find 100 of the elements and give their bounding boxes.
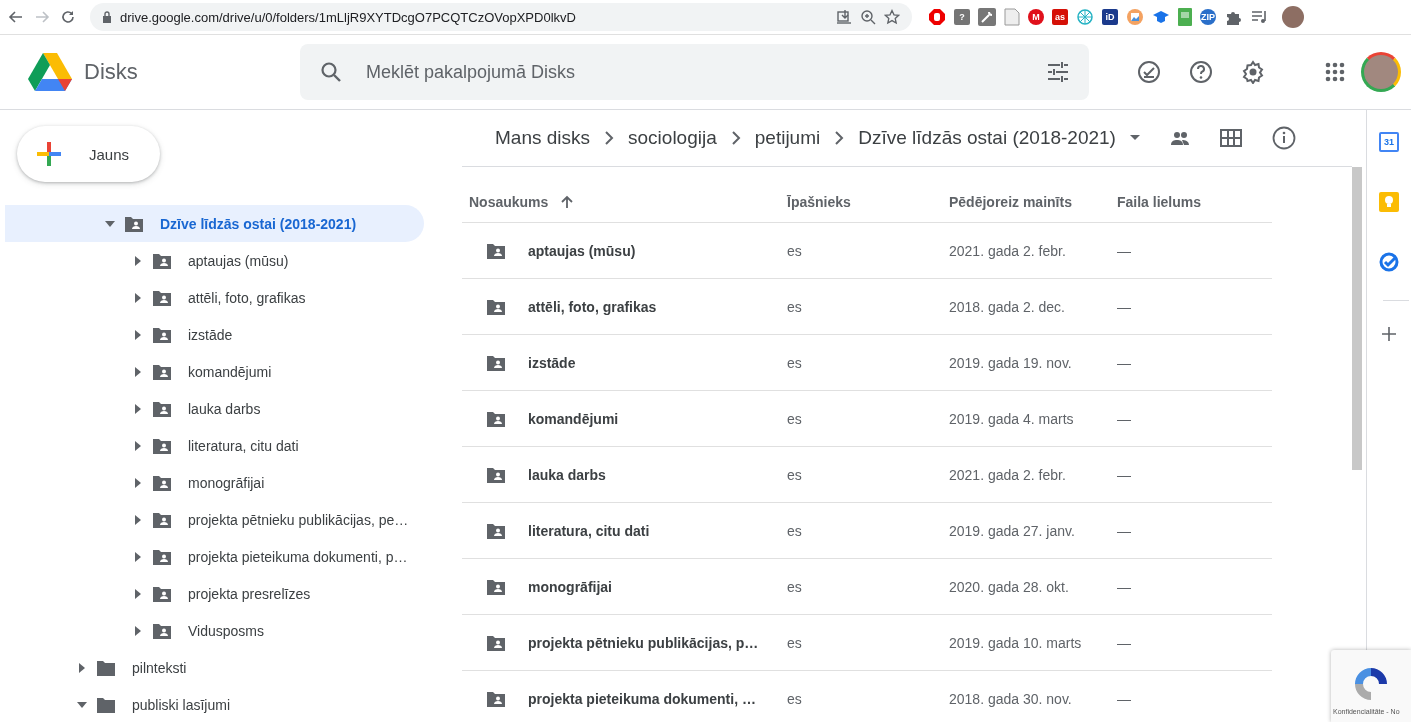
tree-item[interactable]: Vidusposms: [5, 612, 424, 649]
playlist-icon[interactable]: [1250, 8, 1268, 26]
breadcrumb-link[interactable]: sociologija: [628, 127, 717, 149]
file-row[interactable]: attēli, foto, grafikas es 2018. gada 2. dec. —: [462, 279, 1272, 335]
file-row[interactable]: projekta pieteikuma dokumenti, … es 2018. gada 30. nov. —: [462, 671, 1272, 722]
tree-item[interactable]: attēli, foto, grafikas: [5, 279, 424, 316]
caret-right-icon[interactable]: [133, 477, 143, 488]
caret-right-icon[interactable]: [133, 440, 143, 451]
file-row[interactable]: lauka darbs es 2021. gada 2. febr. —: [462, 447, 1272, 503]
caret-right-icon[interactable]: [133, 255, 143, 266]
tree-item[interactable]: projekta pētnieku publikācijas, pe…: [5, 501, 424, 538]
extension-badge[interactable]: iD: [1102, 9, 1118, 25]
file-size-cell-text: —: [1116, 410, 1132, 427]
check-circle-icon[interactable]: [1379, 252, 1399, 272]
tree-item[interactable]: monogrāfijai: [5, 464, 424, 501]
breadcrumb-link[interactable]: petijumi: [754, 127, 821, 149]
caret-right-icon[interactable]: [133, 366, 143, 377]
dropdown-caret-icon[interactable]: [1129, 135, 1140, 141]
new-button[interactable]: Jauns: [17, 126, 160, 182]
extension-badge[interactable]: as: [1052, 9, 1068, 25]
breadcrumb-link[interactable]: Dzīve līdzās ostai (2018-2021): [858, 127, 1116, 149]
tree-item[interactable]: literatura, citu dati: [5, 427, 424, 464]
reload-icon[interactable]: [60, 9, 76, 25]
settings-icon[interactable]: [1241, 60, 1265, 84]
column-label: Pēdējoreiz mainīts: [949, 193, 1072, 210]
address-bar[interactable]: drive.google.com/drive/u/0/folders/1mLljR9XYTDcgO7PCQTCzOVopXPD0lkvD: [90, 3, 912, 31]
extension-badge[interactable]: ZIP: [1200, 9, 1216, 25]
caret-right-icon[interactable]: [133, 625, 143, 636]
owner-cell-text: es: [786, 466, 803, 483]
plus-icon[interactable]: [1382, 327, 1396, 341]
file-name: literatura, citu dati: [528, 522, 650, 539]
tree-item[interactable]: publiski lasījumi: [5, 686, 424, 722]
tree-item[interactable]: projekta pieteikuma dokumenti, p…: [5, 538, 424, 575]
modified-date-cell-text: 2019. gada 19. nov.: [948, 354, 1073, 371]
drive-logo-icon[interactable]: [28, 53, 72, 91]
owner-cell-text: es: [786, 578, 803, 595]
wrench-icon[interactable]: [978, 8, 996, 26]
tree-item[interactable]: komandējumi: [5, 353, 424, 390]
modified-date-cell-text: 2021. gada 2. febr.: [948, 466, 1067, 483]
owner-cell-text: es: [786, 522, 803, 539]
file-size-cell-text: —: [1116, 354, 1132, 371]
search-icon[interactable]: [320, 61, 342, 83]
back-arrow-icon[interactable]: [8, 9, 24, 25]
caret-down-icon[interactable]: [77, 699, 87, 710]
breadcrumb-link[interactable]: Mans disks: [495, 127, 591, 149]
graduation-cap-icon[interactable]: [1152, 8, 1170, 26]
chevron-right-icon: [834, 131, 845, 145]
tree-item[interactable]: projekta presrelīzes: [5, 575, 424, 612]
profile-avatar[interactable]: [1282, 6, 1304, 28]
tree-item[interactable]: lauka darbs: [5, 390, 424, 427]
account-avatar[interactable]: [1361, 52, 1401, 92]
file-row[interactable]: monogrāfijai es 2020. gada 28. okt. —: [462, 559, 1272, 615]
file-row[interactable]: komandējumi es 2019. gada 4. marts —: [462, 391, 1272, 447]
file-size-cell-text: —: [1116, 466, 1132, 483]
picture-icon[interactable]: [1126, 8, 1144, 26]
column-header[interactable]: Īpašnieks: [780, 193, 942, 210]
calendar-icon[interactable]: 31: [1379, 132, 1399, 152]
caret-right-icon[interactable]: [133, 588, 143, 599]
file-row[interactable]: izstāde es 2019. gada 19. nov. —: [462, 335, 1272, 391]
caret-right-icon[interactable]: [133, 329, 143, 340]
caret-right-icon[interactable]: [133, 292, 143, 303]
caret-down-icon[interactable]: [105, 218, 115, 229]
check-circle-icon[interactable]: [1137, 60, 1161, 84]
modified-date-cell-text: 2019. gada 4. marts: [948, 410, 1075, 427]
extension-badge[interactable]: M: [1028, 9, 1044, 25]
tree-item[interactable]: pilnteksti: [5, 649, 424, 686]
tree-item[interactable]: aptaujas (mūsu): [5, 242, 424, 279]
people-icon[interactable]: [1169, 131, 1190, 145]
grid-view-icon[interactable]: [1219, 129, 1242, 147]
star-icon[interactable]: [884, 9, 900, 25]
sort-up-arrow-icon[interactable]: [560, 194, 575, 209]
install-icon[interactable]: [836, 9, 852, 25]
modified-date-cell-text: 2021. gada 2. febr.: [948, 242, 1067, 259]
column-header[interactable]: Pēdējoreiz mainīts: [942, 193, 1110, 210]
caret-right-icon[interactable]: [133, 514, 143, 525]
tree-item[interactable]: izstāde: [5, 316, 424, 353]
tree-item[interactable]: Dzīve līdzās ostai (2018-2021): [5, 205, 424, 242]
info-icon[interactable]: [1271, 126, 1296, 150]
search-input[interactable]: Meklēt pakalpojumā Disks: [364, 60, 1025, 84]
apps-grid-icon[interactable]: [1325, 62, 1345, 82]
file-size-cell-text: —: [1116, 522, 1132, 539]
filter-sliders-icon[interactable]: [1047, 61, 1069, 83]
file-row[interactable]: aptaujas (mūsu) es 2021. gada 2. febr. —: [462, 223, 1272, 279]
search-bar[interactable]: Meklēt pakalpojumā Disks: [300, 44, 1089, 100]
scrollbar-thumb[interactable]: [1352, 167, 1362, 470]
column-label: Faila lielums: [1117, 193, 1202, 210]
caret-right-icon[interactable]: [77, 662, 87, 673]
extension-badge[interactable]: ?: [954, 9, 970, 25]
file-row[interactable]: projekta pētnieku publikācijas, p… es 2019. gada 10. marts —: [462, 615, 1272, 671]
stop-hand-icon[interactable]: [928, 8, 946, 26]
column-header[interactable]: Nosaukums: [462, 193, 780, 210]
column-header[interactable]: Faila lielums: [1110, 193, 1272, 210]
file-row[interactable]: literatura, citu dati es 2019. gada 27. janv. —: [462, 503, 1272, 559]
caret-right-icon[interactable]: [133, 403, 143, 414]
file-name: komandējumi: [528, 410, 619, 427]
caret-right-icon[interactable]: [133, 551, 143, 562]
owner-cell-text: es: [786, 242, 803, 259]
zoom-icon[interactable]: [860, 9, 876, 25]
help-icon[interactable]: [1189, 60, 1213, 84]
modified-date-cell-text: 2019. gada 10. marts: [948, 634, 1083, 651]
